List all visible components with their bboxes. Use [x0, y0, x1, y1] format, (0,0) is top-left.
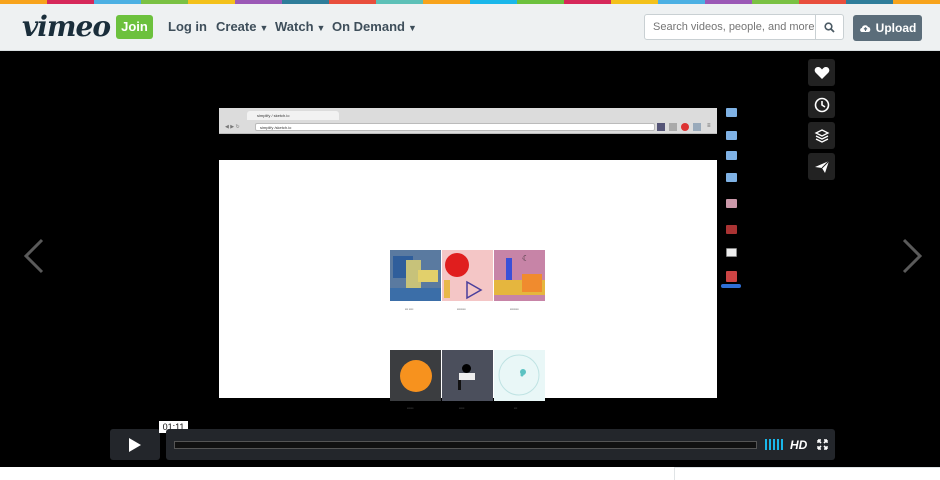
chevron-down-icon: ▼: [259, 23, 269, 33]
previous-arrow-icon[interactable]: [20, 236, 50, 276]
upload-label: Upload: [875, 21, 917, 35]
browser-chrome: simplify / sketch.io simplify /sketch.io…: [219, 108, 717, 134]
extension-icon: [681, 123, 689, 131]
extension-icon: [657, 123, 665, 131]
caption-line: ▪▪▪: [514, 406, 518, 410]
collections-button[interactable]: [808, 122, 835, 149]
play-icon: [129, 437, 141, 452]
thumbnail-shapes-2: [442, 250, 493, 301]
desktop-icon: [720, 151, 742, 160]
thumbnail-shapes-1: [390, 250, 441, 301]
frame-black-band: [219, 134, 717, 160]
caption-line: ▪▪▪▪▪: [459, 406, 465, 410]
chevron-down-icon: ▼: [316, 23, 326, 33]
volume-icon[interactable]: [765, 439, 785, 450]
thumbnail-shapes-6: [494, 350, 545, 401]
cloud-upload-icon: [859, 25, 870, 32]
desktop-icon: [720, 225, 742, 234]
nav-create-label: Create: [216, 19, 257, 34]
chevron-down-icon: ▼: [407, 23, 417, 33]
thumbnail-shapes-5: [442, 350, 493, 401]
desktop-icon: [720, 131, 742, 140]
join-button[interactable]: Join: [116, 15, 153, 39]
extension-icon: [693, 123, 701, 131]
nav-on-demand-label: On Demand: [332, 19, 405, 34]
desktop-icon: [720, 248, 742, 257]
like-button[interactable]: [808, 59, 835, 86]
nav-watch[interactable]: Watch ▼: [275, 19, 325, 34]
player-controls: 01:11 HD: [110, 421, 835, 460]
hd-toggle[interactable]: HD: [790, 438, 807, 452]
caption-line: ▪▪▪▪▪▪: [407, 406, 414, 410]
desktop-icon: [720, 199, 742, 208]
caption-line: ▪▪▪▪▪▪▪▪: [510, 307, 519, 311]
extension-icon: [669, 123, 677, 131]
nav-on-demand[interactable]: On Demand ▼: [332, 19, 417, 34]
caption-line: ▪▪▪▪▪▪▪▪: [457, 307, 466, 311]
heart-icon: [814, 66, 829, 79]
layers-icon: [814, 128, 829, 143]
nav-login-label: Log in: [168, 19, 207, 34]
nav-create[interactable]: Create ▼: [216, 19, 268, 34]
menu-icon: ≡: [707, 123, 711, 129]
control-bar: HD: [166, 429, 835, 460]
video-frame: simplify / sketch.io simplify /sketch.io…: [219, 108, 717, 410]
browser-url: simplify /sketch.io: [255, 123, 655, 131]
browser-nav-icons: ◀ ▶ ↻: [225, 124, 240, 130]
search-input[interactable]: [645, 15, 815, 39]
desktop-icon: [720, 173, 742, 182]
paper-plane-icon: [814, 160, 829, 173]
progress-track[interactable]: [174, 441, 757, 449]
sidebar-panel-edge: [674, 467, 940, 480]
search-button[interactable]: [815, 15, 843, 39]
search-icon: [824, 21, 835, 33]
clock-icon: [814, 97, 829, 112]
site-header: vimeo Join Log in Create ▼ Watch ▼ On Dema…: [0, 4, 940, 51]
search-box: [644, 14, 844, 40]
desktop-icon: [720, 271, 742, 288]
thumbnail-shapes-4: [390, 350, 441, 401]
next-arrow-icon[interactable]: [896, 236, 926, 276]
play-button[interactable]: [110, 429, 160, 460]
caption-line: ▪▪▪ ▪▪▪▪: [405, 307, 414, 311]
watch-later-button[interactable]: [808, 91, 835, 118]
nav-watch-label: Watch: [275, 19, 314, 34]
nav-login[interactable]: Log in: [168, 19, 207, 34]
vimeo-logo[interactable]: vimeo: [22, 10, 111, 43]
share-button[interactable]: [808, 153, 835, 180]
browser-tab: simplify / sketch.io: [247, 111, 339, 120]
desktop-icon: [720, 108, 742, 117]
upload-button[interactable]: Upload: [853, 15, 922, 41]
page-below-player: [0, 467, 940, 480]
fullscreen-icon[interactable]: [817, 439, 828, 450]
thumbnail-shapes-3: ☾: [494, 250, 545, 301]
video-player[interactable]: simplify / sketch.io simplify /sketch.io…: [0, 51, 940, 467]
